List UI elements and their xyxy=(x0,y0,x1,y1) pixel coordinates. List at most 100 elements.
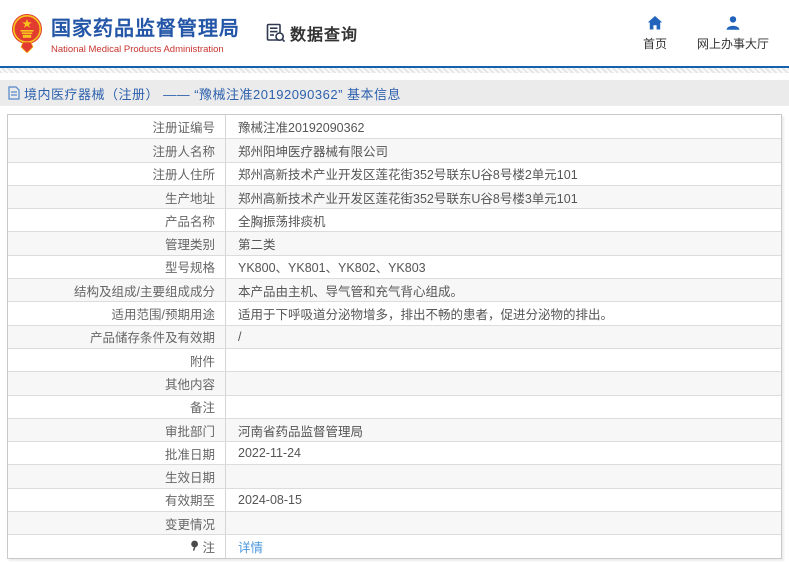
row-label-text: 变更情况 xyxy=(164,517,215,532)
row-label: 适用范围/预期用途 xyxy=(8,302,226,325)
row-label: 生效日期 xyxy=(8,465,226,488)
row-value-text: 郑州阳坤医疗器械有限公司 xyxy=(238,144,389,159)
table-row: 注册人住所 郑州高新技术产业开发区莲花街352号联东U谷8号楼2单元101 xyxy=(8,161,781,185)
table-row: 产品储存条件及有效期 / xyxy=(8,324,781,348)
row-value: YK800、YK801、YK802、YK803 xyxy=(226,256,781,278)
row-label: 其他内容 xyxy=(8,372,226,395)
row-value-text: 豫械注准20192090362 xyxy=(238,121,365,136)
row-value xyxy=(226,512,781,534)
row-value: 适用于下呼吸道分泌物增多，排出不畅的患者，促进分泌物的排出。 xyxy=(226,302,781,324)
row-label: 型号规格 xyxy=(8,255,226,279)
row-label: 有效期至 xyxy=(8,488,226,512)
row-label: 管理类别 xyxy=(8,232,226,255)
row-label-text: 有效期至 xyxy=(164,494,215,509)
home-icon xyxy=(647,15,663,29)
row-label-text: 批准日期 xyxy=(164,447,215,462)
table-row: 结构及组成/主要组成成分 本产品由主机、导气管和充气背心组成。 xyxy=(8,278,781,302)
row-value: 河南省药品监督管理局 xyxy=(226,419,781,441)
detail-link[interactable]: 详情 xyxy=(238,537,263,556)
row-value-text: 本产品由主机、导气管和充气背心组成。 xyxy=(238,284,464,299)
row-value-text: / xyxy=(238,329,242,344)
row-label-text: 注册人住所 xyxy=(152,168,215,183)
row-value: 2022-11-24 xyxy=(226,442,781,464)
row-label: 批准日期 xyxy=(8,442,226,465)
row-label: 注册人住所 xyxy=(8,162,226,185)
row-value-text: 全胸振荡排痰机 xyxy=(238,214,326,229)
row-value-text: 2024-08-15 xyxy=(238,492,302,507)
nav-online-hall[interactable]: 网上办事大厅 xyxy=(697,15,769,52)
table-row: 备注 xyxy=(8,394,781,418)
row-label-text: 审批部门 xyxy=(164,424,215,439)
row-value-text: 河南省药品监督管理局 xyxy=(238,424,364,439)
row-label: 注 xyxy=(8,535,226,558)
row-value-text: 郑州高新技术产业开发区莲花街352号联东U谷8号楼3单元101 xyxy=(238,191,578,206)
row-value: 郑州高新技术产业开发区莲花街352号联东U谷8号楼3单元101 xyxy=(226,186,781,208)
row-label-text: 生产地址 xyxy=(164,191,215,206)
registration-info-table: 注册证编号 豫械注准20192090362 注册人名称 郑州阳坤医疗器械有限公司 xyxy=(7,114,782,559)
row-label-text: 附件 xyxy=(189,354,215,369)
row-label: 审批部门 xyxy=(8,418,226,442)
table-row: 注册人名称 郑州阳坤医疗器械有限公司 xyxy=(8,138,781,162)
table-row: 产品名称 全胸振荡排痰机 xyxy=(8,208,781,232)
row-value xyxy=(226,349,781,371)
row-value xyxy=(226,372,781,394)
table-row: 附件 xyxy=(8,347,781,372)
page: 国家药品监督管理局 National Medical Products Admi… xyxy=(0,0,789,562)
row-label: 附件 xyxy=(8,348,226,372)
table-row: 型号规格 YK800、YK801、YK802、YK803 xyxy=(8,254,781,279)
top-nav: 首页 网上办事大厅 xyxy=(643,15,769,52)
row-label-text: 型号规格 xyxy=(164,261,215,276)
row-label-text: 产品名称 xyxy=(164,214,215,229)
data-query-icon xyxy=(266,23,286,43)
row-label-text: 产品储存条件及有效期 xyxy=(89,331,215,346)
table-row: 管理类别 第二类 xyxy=(8,231,781,255)
agency-name-en: National Medical Products Administration xyxy=(51,43,224,55)
pin-icon xyxy=(190,540,200,552)
brand-text: 国家药品监督管理局 National Medical Products Admi… xyxy=(51,12,240,55)
site-header: 国家药品监督管理局 National Medical Products Admi… xyxy=(0,0,789,66)
page-title: 境内医疗器械（注册） —— “豫械注准20192090362” 基本信息 xyxy=(24,86,402,102)
row-value: 郑州阳坤医疗器械有限公司 xyxy=(226,139,781,161)
agency-name-cn: 国家药品监督管理局 xyxy=(51,17,240,40)
table-row: 适用范围/预期用途 适用于下呼吸道分泌物增多，排出不畅的患者，促进分泌物的排出。 xyxy=(8,301,781,325)
data-query-section[interactable]: 数据查询 xyxy=(266,21,358,45)
table-row: 批准日期 2022-11-24 xyxy=(8,441,781,465)
document-icon xyxy=(8,86,20,100)
row-label-text: 备注 xyxy=(189,401,215,416)
row-label-text: 生效日期 xyxy=(164,471,215,486)
table-row: 变更情况 xyxy=(8,511,781,535)
row-value xyxy=(226,396,781,418)
brand-logo[interactable]: 国家药品监督管理局 National Medical Products Admi… xyxy=(10,12,240,55)
row-label: 变更情况 xyxy=(8,512,226,535)
row-value-text: 郑州高新技术产业开发区莲花街352号联东U谷8号楼2单元101 xyxy=(238,168,578,183)
row-label-text: 注册证编号 xyxy=(152,121,215,136)
national-emblem-icon xyxy=(12,14,42,53)
page-title-bar: 境内医疗器械（注册） —— “豫械注准20192090362” 基本信息 xyxy=(0,80,789,106)
row-value-text: 第二类 xyxy=(238,238,276,253)
nav-home[interactable]: 首页 xyxy=(643,15,667,52)
table-row: 其他内容 xyxy=(8,371,781,395)
row-value: 2024-08-15 xyxy=(226,489,781,511)
row-value-text: 2022-11-24 xyxy=(238,446,302,461)
data-query-label: 数据查询 xyxy=(290,27,359,44)
row-label-text: 其他内容 xyxy=(164,377,215,392)
row-label-text: 注册人名称 xyxy=(152,144,215,159)
row-label: 注册人名称 xyxy=(8,139,226,162)
row-label: 结构及组成/主要组成成分 xyxy=(8,279,226,302)
row-value: 本产品由主机、导气管和充气背心组成。 xyxy=(226,279,781,301)
table-row: 注册证编号 豫械注准20192090362 xyxy=(8,115,781,139)
row-label: 备注 xyxy=(8,395,226,418)
row-label-text: 结构及组成/主要组成成分 xyxy=(74,284,215,299)
row-label: 产品储存条件及有效期 xyxy=(8,325,226,348)
row-label-text: 管理类别 xyxy=(164,238,215,253)
row-value-text: 适用于下呼吸道分泌物增多，排出不畅的患者，促进分泌物的排出。 xyxy=(238,308,614,323)
row-value xyxy=(226,465,781,487)
row-value: 郑州高新技术产业开发区莲花街352号联东U谷8号楼2单元101 xyxy=(226,163,781,185)
row-value: 全胸振荡排痰机 xyxy=(226,209,781,231)
table-row: 生产地址 郑州高新技术产业开发区莲花街352号联东U谷8号楼3单元101 xyxy=(8,184,781,209)
table-row: 审批部门 河南省药品监督管理局 xyxy=(8,417,781,442)
row-value: 第二类 xyxy=(226,232,781,254)
user-icon xyxy=(726,15,740,30)
hatch-band xyxy=(0,68,789,73)
row-value-text: YK800、YK801、YK802、YK803 xyxy=(238,261,426,276)
